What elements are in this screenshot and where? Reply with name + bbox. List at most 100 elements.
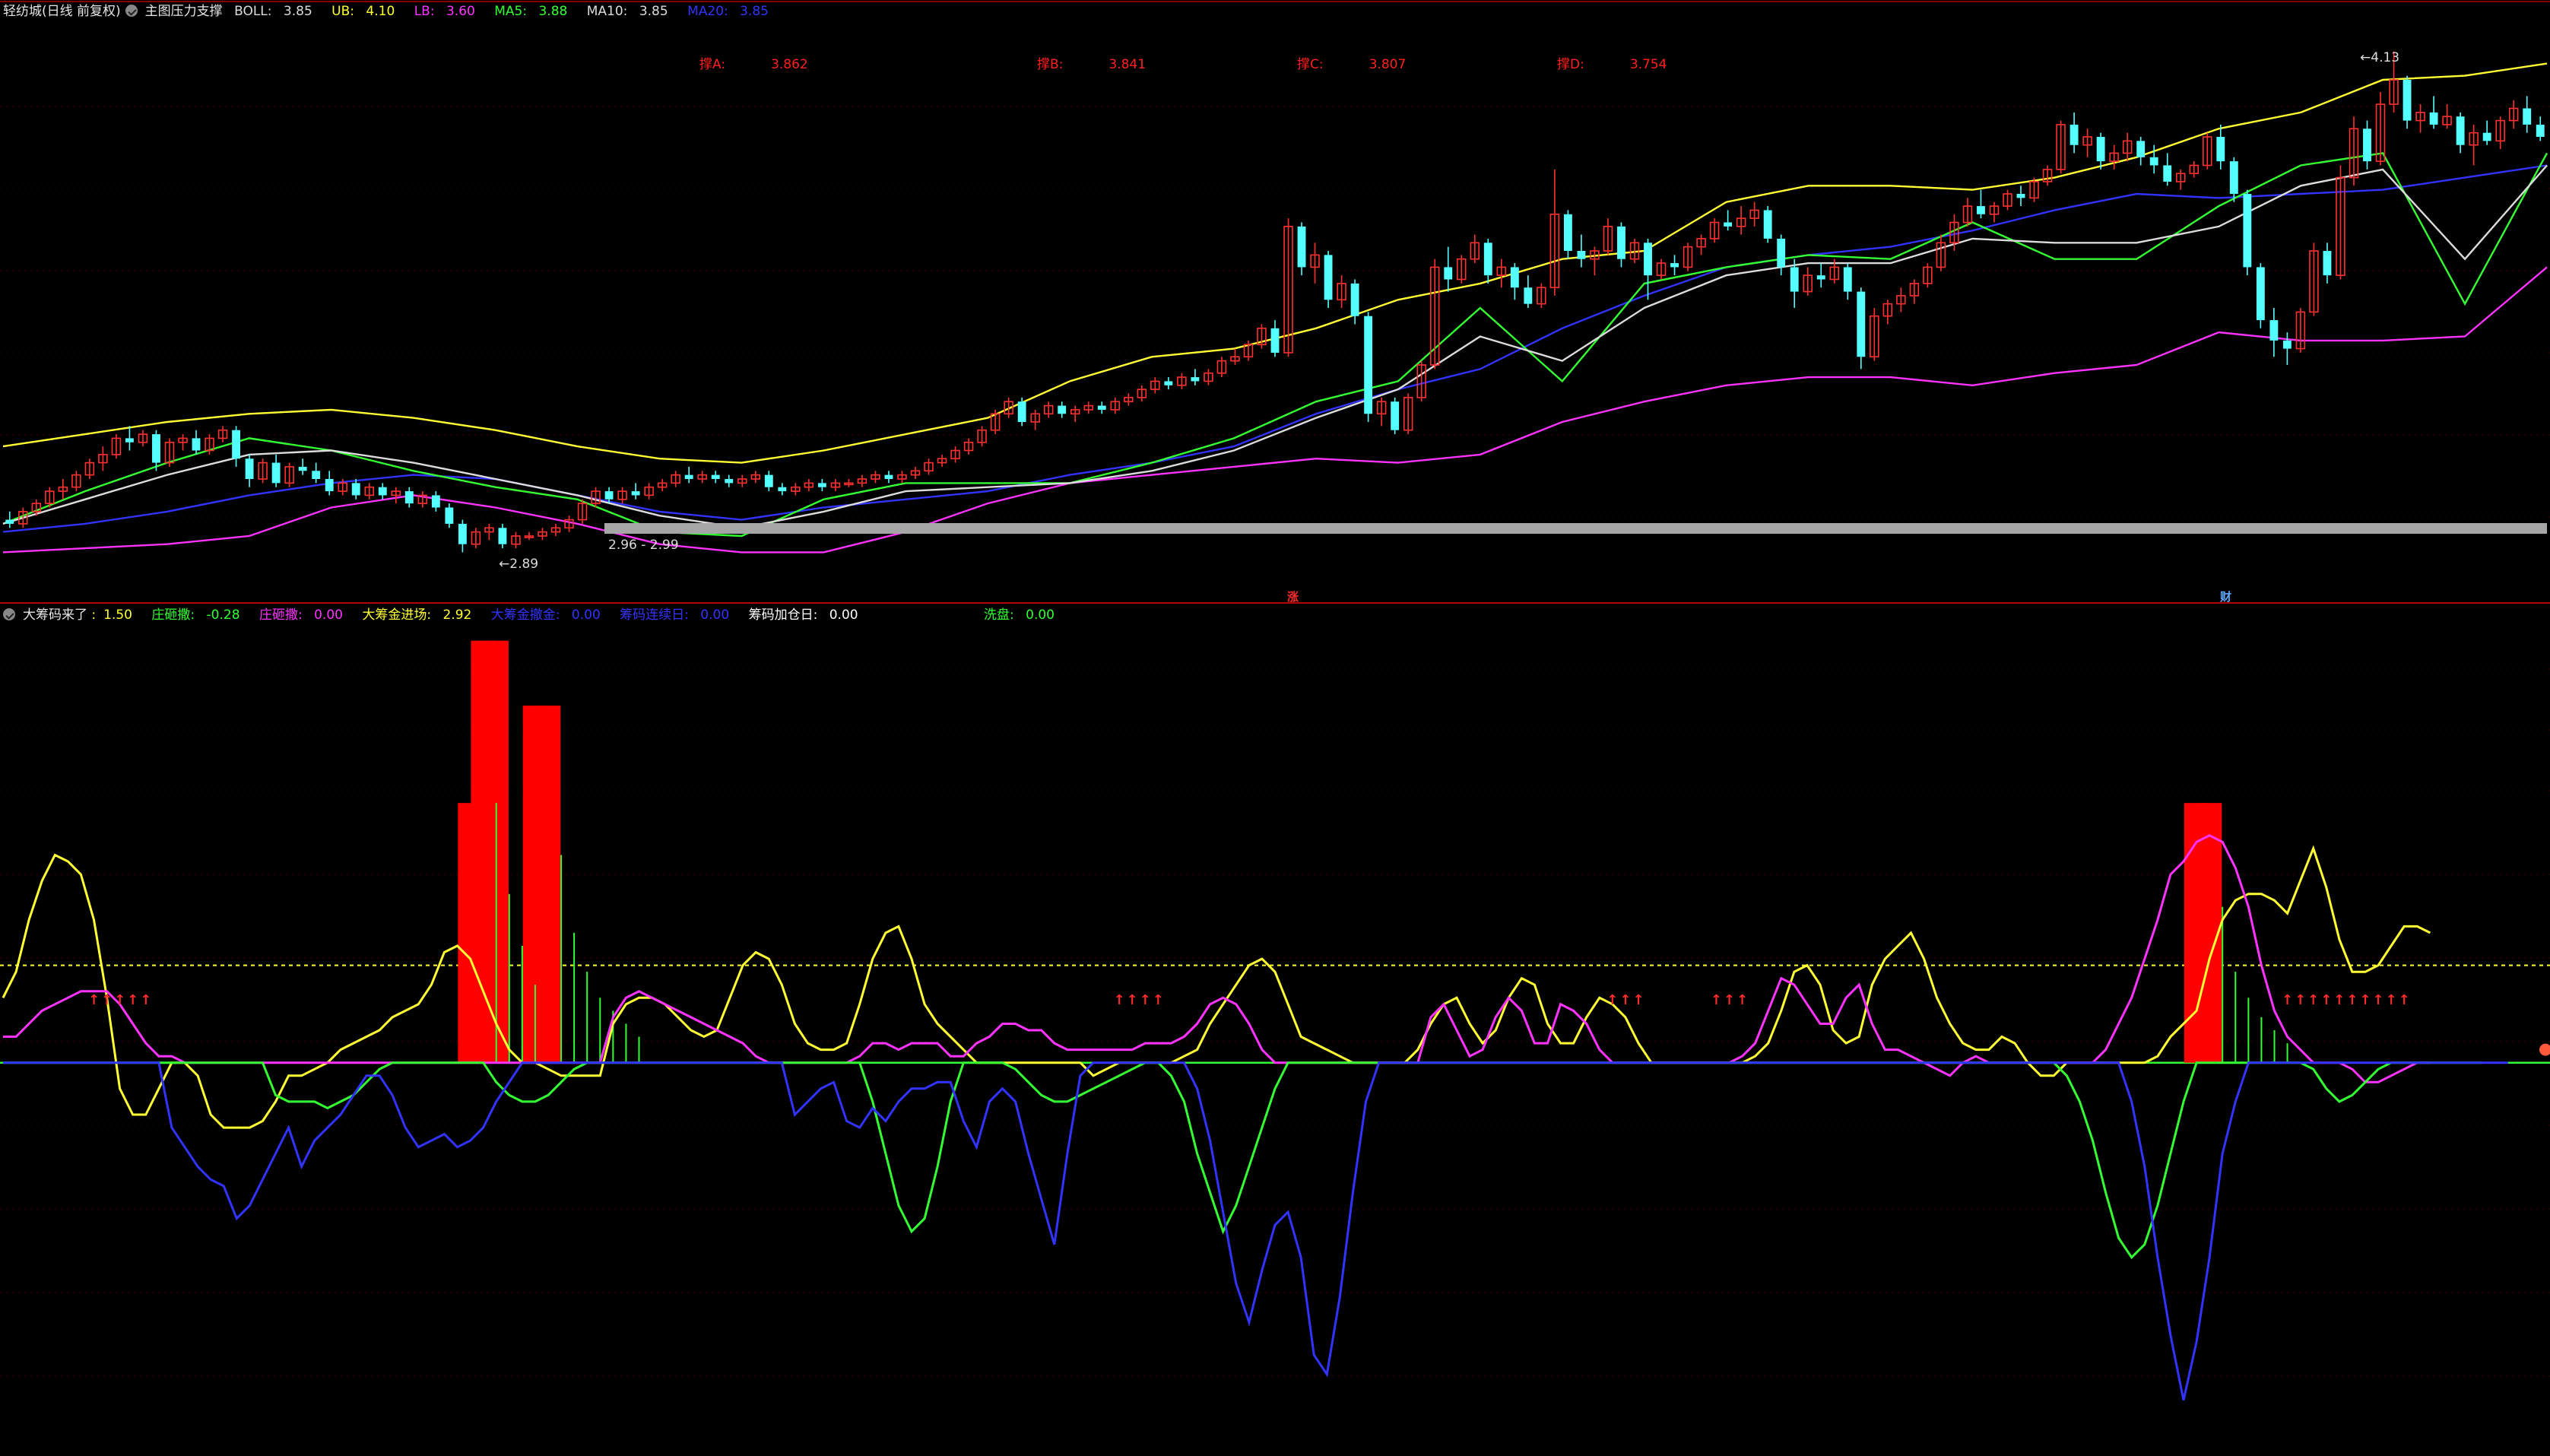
low-price-label: ←2.89 bbox=[499, 557, 539, 572]
candle-down bbox=[1270, 328, 1280, 353]
candle-down bbox=[1444, 267, 1453, 280]
candle-down bbox=[2096, 137, 2105, 162]
candle-down bbox=[245, 458, 254, 479]
indicator-series-3 bbox=[3, 1061, 2508, 1401]
candle-down bbox=[1790, 267, 1799, 292]
candle-down bbox=[1483, 243, 1492, 276]
up-arrow-marker: ↑ bbox=[1140, 992, 1151, 1008]
sub-readout-zhuang-b: 庄砸撒: 0.00 bbox=[258, 607, 343, 623]
candle-down bbox=[604, 491, 614, 500]
up-arrow-marker: ↑ bbox=[2282, 992, 2293, 1008]
candle-down bbox=[778, 487, 787, 492]
ma5-readout: MA5: 3.88 bbox=[494, 4, 568, 19]
candle-down bbox=[1350, 283, 1359, 316]
candle-down bbox=[2243, 194, 2252, 268]
sub-readout-wash: 洗盘: 0.00 bbox=[983, 607, 1055, 623]
support-band bbox=[604, 523, 2547, 534]
sub-readout-chip-days: 筹码连续日: 0.00 bbox=[620, 607, 730, 623]
candle-down bbox=[2429, 112, 2438, 125]
indicator-line-ub bbox=[2, 62, 2548, 464]
lb-readout: LB: 3.60 bbox=[414, 4, 475, 19]
candle-down bbox=[312, 471, 321, 479]
candle-down bbox=[684, 474, 693, 479]
candle-down bbox=[1670, 263, 1679, 268]
up-arrow-marker: ↑ bbox=[2346, 992, 2358, 1008]
up-arrow-marker: ↑ bbox=[2307, 992, 2319, 1008]
ma10-readout: MA10: 3.85 bbox=[586, 4, 668, 19]
candle-down bbox=[1297, 226, 1306, 268]
candle-down bbox=[1843, 267, 1852, 292]
up-arrow-marker: ↑ bbox=[2295, 992, 2306, 1008]
candle-down bbox=[232, 430, 241, 459]
candle-down bbox=[711, 474, 720, 479]
stock-chart-window[interactable]: ↑ ↑ ↑ ↑ ↑ ↑ ↑ ↑ ↑ ↑ ↑ ↑ ↑ ↑ ↑ ↑ ↑ ↑ ↑ ↑ ↑ ↑ ↑ ↑ ↑ 轻纺城(日线 前复权) 主图压… bbox=[0, 0, 2550, 1456]
up-arrow-marker: ↑ bbox=[2399, 992, 2410, 1008]
indicator-line-lb bbox=[2, 266, 2548, 554]
candle-down bbox=[2536, 124, 2545, 137]
sub-indicator-toggle-icon[interactable] bbox=[3, 607, 15, 620]
candle-down bbox=[192, 438, 201, 451]
candle-down bbox=[325, 479, 334, 492]
support-label-c: 撑C: 3.807 bbox=[1297, 57, 1407, 72]
candle-down bbox=[1324, 255, 1333, 300]
ma20-readout: MA20: 3.85 bbox=[687, 4, 769, 19]
ub-readout: UB: 4.10 bbox=[331, 4, 395, 19]
candle-down bbox=[2456, 116, 2465, 145]
candle-down bbox=[764, 474, 773, 487]
event-marker-cai[interactable]: 财 bbox=[2220, 588, 2231, 604]
up-arrow-marker: ↑ bbox=[1606, 992, 1618, 1008]
candle-down bbox=[2523, 108, 2532, 125]
signal-bar bbox=[535, 706, 561, 1063]
candle-down bbox=[1191, 377, 1200, 382]
candle-down bbox=[1857, 291, 1866, 357]
up-arrow-marker: ↑ bbox=[2386, 992, 2397, 1008]
candle-down bbox=[1577, 251, 1586, 259]
candle-down bbox=[2016, 194, 2025, 198]
support-label-b: 撑B: 3.841 bbox=[1037, 57, 1147, 72]
indicator-name: 主图压力支撑 bbox=[144, 4, 223, 19]
candle-down bbox=[1524, 287, 1533, 304]
up-arrow-marker: ↑ bbox=[1619, 992, 1631, 1008]
sub-readout-zhuang-a: 庄砸撒: -0.28 bbox=[151, 607, 240, 623]
sub-readout-chip-add: 筹码加仓日: 0.00 bbox=[748, 607, 858, 623]
event-marker-zhang[interactable]: 涨 bbox=[1287, 588, 1299, 604]
up-arrow-marker: ↑ bbox=[140, 992, 151, 1008]
up-arrow-marker: ↑ bbox=[114, 992, 125, 1008]
up-arrow-marker: ↑ bbox=[1632, 992, 1644, 1008]
candle-down bbox=[1617, 226, 1625, 259]
candle-down bbox=[458, 523, 467, 544]
candle-down bbox=[2482, 132, 2491, 141]
support-label-d: 撑D: 3.754 bbox=[1557, 57, 1667, 72]
candle-down bbox=[431, 495, 440, 508]
candle-down bbox=[1724, 222, 1733, 227]
price-range-label: 2.96 - 2.99 bbox=[608, 538, 679, 553]
candle-down bbox=[2256, 267, 2265, 321]
indicator-series-1 bbox=[3, 834, 2431, 1083]
sub-readout-fund-in: 大筹金进场: 2.92 bbox=[362, 607, 472, 623]
indicator-toggle-icon[interactable] bbox=[125, 4, 138, 17]
candle-down bbox=[1644, 243, 1652, 276]
up-arrow-marker: ↑ bbox=[101, 992, 113, 1008]
candle-down bbox=[1510, 267, 1519, 288]
high-price-label: ←4.13 bbox=[2360, 50, 2400, 65]
candle-down bbox=[2136, 141, 2146, 157]
candle-down bbox=[1017, 401, 1026, 422]
chart-canvas[interactable]: ↑ ↑ ↑ ↑ ↑ ↑ ↑ ↑ ↑ ↑ ↑ ↑ ↑ ↑ ↑ ↑ ↑ ↑ ↑ ↑ ↑ ↑ ↑ ↑ ↑ bbox=[0, 0, 2550, 1456]
candle-down bbox=[1763, 210, 1772, 239]
up-arrow-marker: ↑ bbox=[1153, 992, 1164, 1008]
candle-down bbox=[378, 487, 387, 496]
up-arrow-marker: ↑ bbox=[127, 992, 138, 1008]
candle-down bbox=[152, 434, 160, 463]
candle-down bbox=[2216, 137, 2225, 162]
candle-down bbox=[498, 528, 507, 544]
indicator-series-2 bbox=[3, 1061, 2482, 1260]
edge-badge-icon bbox=[2539, 1043, 2550, 1056]
candle-down bbox=[1816, 275, 1825, 280]
candle-down bbox=[2403, 80, 2412, 121]
up-arrow-marker: ↑ bbox=[1736, 992, 1748, 1008]
main-chart-header: 轻纺城(日线 前复权) 主图压力支撑 BOLL: 3.85 UB: 4.10 LB… bbox=[3, 0, 784, 23]
candle-down bbox=[298, 466, 307, 471]
up-arrow-marker: ↑ bbox=[2333, 992, 2345, 1008]
candle-down bbox=[1364, 316, 1373, 414]
candle-down bbox=[2282, 340, 2292, 349]
